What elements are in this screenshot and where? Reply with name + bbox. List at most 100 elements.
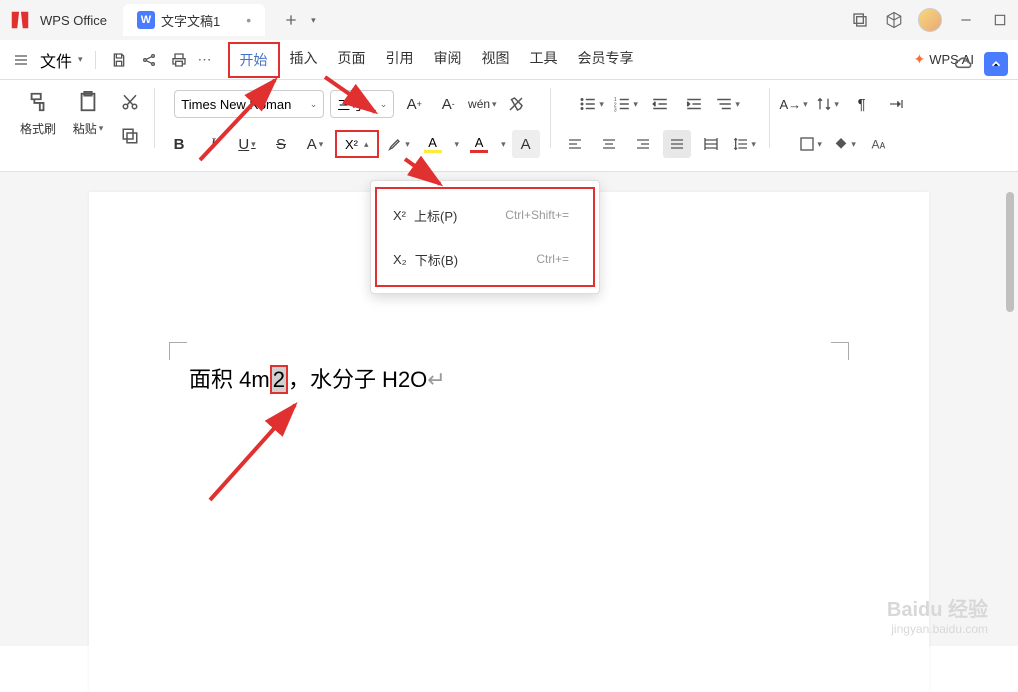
outline-button[interactable]: ▾ [714, 90, 742, 118]
margin-corner-tr [831, 342, 849, 360]
window-cascade-icon[interactable] [850, 10, 870, 30]
decrease-font-icon[interactable]: A- [434, 90, 462, 118]
print-icon[interactable] [168, 49, 190, 71]
strikethrough-button[interactable]: S [267, 130, 295, 158]
tab-tools[interactable]: 工具 [520, 42, 568, 78]
collapse-ribbon-icon[interactable] [984, 52, 1008, 76]
subscript-icon: X₂ [393, 252, 407, 267]
highlight-button[interactable]: ▾ [385, 130, 413, 158]
align-justify-button[interactable] [663, 130, 691, 158]
cloud-icon[interactable] [952, 52, 976, 76]
format-painter-icon[interactable] [24, 88, 52, 116]
bold-button[interactable]: B [165, 130, 193, 158]
shading-color-button[interactable]: ▾ [831, 130, 859, 158]
shading-button[interactable]: A [512, 130, 540, 158]
new-tab-button[interactable] [281, 10, 301, 30]
tab-review[interactable]: 审阅 [424, 42, 472, 78]
tab-page[interactable]: 页面 [328, 42, 376, 78]
font-size-value: 三号 [337, 95, 363, 114]
text-direction-button[interactable]: A→▾ [780, 90, 808, 118]
styles-button[interactable]: Aᴀ [865, 130, 893, 158]
margin-corner-tl [169, 342, 187, 360]
italic-button[interactable]: I [199, 130, 227, 158]
copy-icon[interactable] [116, 122, 144, 150]
tab-member[interactable]: 会员专享 [568, 42, 644, 78]
tab-home[interactable]: 开始 [228, 42, 280, 78]
script-dropdown-menu: X² 上标(P) Ctrl+Shift+= X₂ 下标(B) Ctrl+= [370, 180, 600, 294]
phonetic-guide-icon[interactable]: wén▾ [468, 90, 496, 118]
minimize-button[interactable] [956, 10, 976, 30]
document-text[interactable]: 面积 4m2，水分子 H2O↵ [189, 362, 829, 394]
font-name-select[interactable]: Times New Roman ⌄ [174, 90, 324, 118]
format-painter-group: 格式刷 [16, 88, 60, 163]
svg-text:3: 3 [614, 108, 617, 114]
file-menu[interactable]: 文件 ▾ [40, 48, 83, 72]
clear-format-icon[interactable] [502, 90, 530, 118]
superscript-icon: X² [393, 208, 406, 223]
increase-indent-button[interactable] [680, 90, 708, 118]
distribute-button[interactable] [697, 130, 725, 158]
highlight-color-button[interactable]: A [419, 130, 447, 158]
tab-dropdown[interactable]: ▾ [311, 15, 316, 26]
subscript-shortcut: Ctrl+= [536, 252, 569, 266]
borders-button[interactable]: ▾ [797, 130, 825, 158]
tabs-button[interactable] [882, 90, 910, 118]
paste-group: 粘贴▾ [66, 88, 110, 163]
text-before: 面积 4m [189, 367, 270, 392]
line-spacing-button[interactable]: ▾ [731, 130, 759, 158]
selected-text: 2 [270, 365, 288, 394]
maximize-button[interactable] [990, 10, 1010, 30]
save-icon[interactable] [108, 49, 130, 71]
share-icon[interactable] [138, 49, 160, 71]
align-right-button[interactable] [629, 130, 657, 158]
superscript-menu-item[interactable]: X² 上标(P) [381, 196, 469, 235]
format-painter-label: 格式刷 [20, 120, 56, 137]
app-name: WPS Office [40, 13, 107, 28]
ribbon: 格式刷 粘贴▾ Times New Roman ⌄ 三号 ⌄ A+ A- wén… [0, 80, 1018, 172]
tab-view[interactable]: 视图 [472, 42, 520, 78]
paste-label: 粘贴 [73, 120, 97, 137]
paragraph-mark-button[interactable]: ¶ [848, 90, 876, 118]
superscript-shortcut: Ctrl+Shift+= [505, 208, 569, 222]
titlebar: WPS Office W 文字文稿1 • ▾ [0, 0, 1018, 40]
align-left-button[interactable] [561, 130, 589, 158]
tab-modified-dot[interactable]: • [246, 12, 251, 28]
text-after: ，水分子 H2O [288, 367, 427, 392]
word-doc-icon: W [137, 11, 155, 29]
script-label: X² [345, 137, 358, 152]
tab-insert[interactable]: 插入 [280, 42, 328, 78]
tab-reference[interactable]: 引用 [376, 42, 424, 78]
bullets-button[interactable]: ▾ [578, 90, 606, 118]
menubar: 文件 ▾ ⋯ 开始 插入 页面 引用 审阅 视图 工具 会员专享 ✦ WPS A… [0, 40, 1018, 80]
paste-icon[interactable] [74, 88, 102, 116]
subscript-menu-item[interactable]: X₂ 下标(B) [381, 240, 470, 279]
vertical-scrollbar[interactable] [1004, 172, 1014, 646]
tab-title: 文字文稿1 [161, 11, 220, 30]
scrollbar-thumb[interactable] [1006, 192, 1014, 312]
font-name-value: Times New Roman [181, 97, 291, 112]
sort-button[interactable]: ▾ [814, 90, 842, 118]
font-size-select[interactable]: 三号 ⌄ [330, 90, 394, 118]
svg-text:Aᴀ: Aᴀ [871, 138, 885, 152]
decrease-indent-button[interactable] [646, 90, 674, 118]
align-center-button[interactable] [595, 130, 623, 158]
user-avatar[interactable] [918, 8, 942, 32]
font-color-button[interactable]: A [465, 130, 493, 158]
watermark: Baidu 经验 jingyan.baidu.com [887, 593, 988, 636]
hamburger-icon[interactable] [10, 49, 32, 71]
text-effects-button[interactable]: A▾ [301, 130, 329, 158]
superscript-label: 上标(P) [414, 206, 457, 225]
more-quick-actions[interactable]: ⋯ [198, 51, 212, 68]
increase-font-icon[interactable]: A+ [400, 90, 428, 118]
document-tab[interactable]: W 文字文稿1 • [123, 4, 265, 36]
cube-icon[interactable] [884, 10, 904, 30]
app-logo [8, 8, 32, 32]
cut-icon[interactable] [116, 88, 144, 116]
underline-button[interactable]: U▾ [233, 130, 261, 158]
ribbon-tabs: 开始 插入 页面 引用 审阅 视图 工具 会员专享 [228, 42, 644, 78]
subscript-label: 下标(B) [415, 250, 458, 269]
numbering-button[interactable]: 123▾ [612, 90, 640, 118]
file-menu-label: 文件 [40, 48, 72, 72]
ai-spark-icon: ✦ [913, 51, 925, 68]
superscript-subscript-button[interactable]: X² ▴ [335, 130, 379, 158]
